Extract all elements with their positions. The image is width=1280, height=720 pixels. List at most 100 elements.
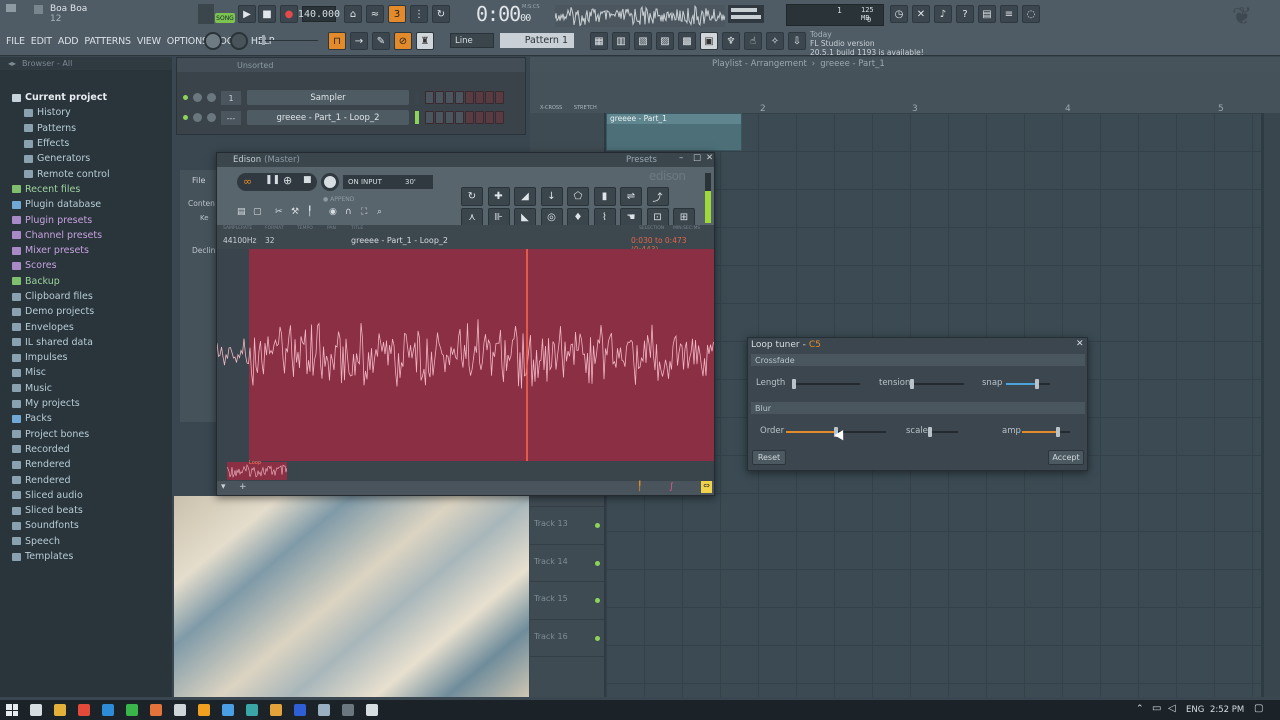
reverse-icon[interactable]: ⇌: [620, 187, 642, 206]
browser-item[interactable]: Soundfonts: [0, 518, 172, 533]
menu-edit[interactable]: EDIT: [31, 36, 52, 47]
play-button[interactable]: ▶: [238, 5, 256, 23]
track-header[interactable]: Track 13: [530, 507, 604, 545]
countdown-icon[interactable]: 3: [388, 5, 406, 23]
chrome-icon[interactable]: [78, 704, 90, 716]
edison-record-button[interactable]: [321, 173, 339, 191]
channel-pan-knob[interactable]: [193, 113, 202, 122]
stretch-icon[interactable]: ⇔: [701, 481, 712, 493]
spotify-icon[interactable]: [126, 704, 138, 716]
menu-file[interactable]: FILE: [6, 36, 25, 47]
master-pitch-knob[interactable]: [230, 32, 248, 50]
playlist-ruler[interactable]: X-CROSS STRETCH 2 3 4 5: [530, 71, 1280, 114]
fl-studio-icon[interactable]: [198, 704, 210, 716]
step-button[interactable]: [455, 111, 464, 124]
settings-icon[interactable]: [366, 704, 378, 716]
step-button[interactable]: [495, 111, 504, 124]
envelope-icon[interactable]: ∫: [669, 482, 674, 492]
snap-slider[interactable]: [1006, 378, 1050, 390]
step-button[interactable]: [455, 91, 464, 104]
browser-item[interactable]: Clipboard files: [0, 289, 172, 304]
browser-item[interactable]: Sliced beats: [0, 503, 172, 518]
step-button[interactable]: [485, 111, 494, 124]
edison-presets[interactable]: Presets: [626, 155, 657, 165]
project-info-icon[interactable]: ✧: [766, 32, 784, 50]
browser-item[interactable]: Demo projects: [0, 304, 172, 319]
sample-format[interactable]: 32: [265, 236, 275, 245]
pencil-icon[interactable]: ✎: [372, 32, 390, 50]
save-icon[interactable]: ▤: [978, 5, 996, 23]
obs-icon[interactable]: [342, 704, 354, 716]
menu-patterns[interactable]: PATTERNS: [84, 36, 131, 47]
browser-item[interactable]: Templates: [0, 549, 172, 564]
channel-vol-knob[interactable]: [207, 93, 216, 102]
loop-record-icon[interactable]: ↻: [432, 5, 450, 23]
expand-icon[interactable]: ▾: [221, 482, 226, 492]
step-edit-icon[interactable]: ⋮: [410, 5, 428, 23]
browser-item[interactable]: Remote control: [0, 166, 172, 181]
master-pitch-slider[interactable]: [258, 34, 318, 46]
tools-icon[interactable]: ⚒: [291, 207, 299, 217]
song-mode-badge[interactable]: SONG: [215, 13, 235, 23]
menu-options[interactable]: OPTIONS: [167, 36, 208, 47]
track-header[interactable]: Track 14: [530, 545, 604, 582]
on-input-select[interactable]: ON INPUT: [343, 175, 403, 189]
tension-slider[interactable]: [910, 378, 964, 390]
trim-icon[interactable]: ✚: [487, 187, 510, 206]
edison-maximize-icon[interactable]: □: [693, 153, 701, 163]
vlc-icon[interactable]: [270, 704, 282, 716]
channel-number[interactable]: ---: [221, 111, 241, 125]
mixer-icon[interactable]: ≡: [1000, 5, 1018, 23]
save-sample-icon[interactable]: ▤: [237, 207, 246, 217]
step-button[interactable]: [485, 91, 494, 104]
network-icon[interactable]: ▭: [1152, 703, 1161, 714]
pattern-selector[interactable]: Pattern 1: [500, 33, 574, 48]
tempo-display[interactable]: 140.000: [298, 6, 340, 22]
arrow-right-icon[interactable]: →: [350, 32, 368, 50]
browser-item[interactable]: Project bones: [0, 427, 172, 442]
pitch-icon[interactable]: ⤴: [646, 187, 669, 206]
volume-icon[interactable]: ◁: [1168, 703, 1176, 714]
step-button[interactable]: [435, 111, 444, 124]
scale-slider[interactable]: [928, 426, 958, 438]
edison-stop-icon[interactable]: ■: [303, 175, 312, 185]
browser-item[interactable]: IL shared data: [0, 335, 172, 350]
piano-roll-icon[interactable]: ▥: [612, 32, 630, 50]
marker-icon[interactable]: ╿: [307, 207, 312, 217]
channel-vol-knob[interactable]: [207, 113, 216, 122]
headphone-icon[interactable]: ∩: [345, 207, 352, 217]
browser-item[interactable]: Packs: [0, 411, 172, 426]
loop-icon[interactable]: ∞: [243, 175, 252, 188]
stamp-icon[interactable]: ♜: [416, 32, 434, 50]
photos-icon[interactable]: [222, 704, 234, 716]
mixer-window-icon[interactable]: ▨: [656, 32, 674, 50]
browser-item[interactable]: Scores: [0, 258, 172, 273]
input-level[interactable]: 30': [401, 175, 433, 189]
channel-name[interactable]: Sampler: [247, 90, 409, 105]
notifications-icon[interactable]: ▢: [1254, 703, 1263, 714]
browser-nav-icon[interactable]: ◂▸: [8, 59, 16, 68]
step-button[interactable]: [475, 91, 484, 104]
browser-item[interactable]: Sliced audio: [0, 488, 172, 503]
track-header[interactable]: Track 16: [530, 620, 604, 657]
plugin-picker-icon[interactable]: ▩: [678, 32, 696, 50]
browser-item[interactable]: My projects: [0, 396, 172, 411]
snap-magnet-icon[interactable]: ⊓: [328, 32, 346, 50]
loop-tuner-close-icon[interactable]: ✕: [1076, 339, 1084, 349]
language-indicator[interactable]: ENG: [1186, 705, 1204, 715]
blur-section[interactable]: Blur: [751, 402, 1085, 414]
browser-item[interactable]: Speech: [0, 534, 172, 549]
sample-rate[interactable]: 44100Hz: [223, 236, 256, 245]
browser-item[interactable]: Generators: [0, 151, 172, 166]
normalize-icon[interactable]: ↻: [461, 187, 483, 206]
browser-item[interactable]: Mixer presets: [0, 243, 172, 258]
word-icon[interactable]: [294, 704, 306, 716]
pattern-mode-toggle[interactable]: [198, 4, 214, 24]
browser-item[interactable]: Patterns: [0, 121, 172, 136]
channel-rack-icon[interactable]: ▧: [634, 32, 652, 50]
waveform-overview[interactable]: Loop: [217, 460, 714, 481]
menu-view[interactable]: VIEW: [137, 36, 161, 47]
browser-item[interactable]: Rendered: [0, 472, 172, 487]
help-icon[interactable]: ?: [956, 5, 974, 23]
step-button[interactable]: [465, 111, 474, 124]
